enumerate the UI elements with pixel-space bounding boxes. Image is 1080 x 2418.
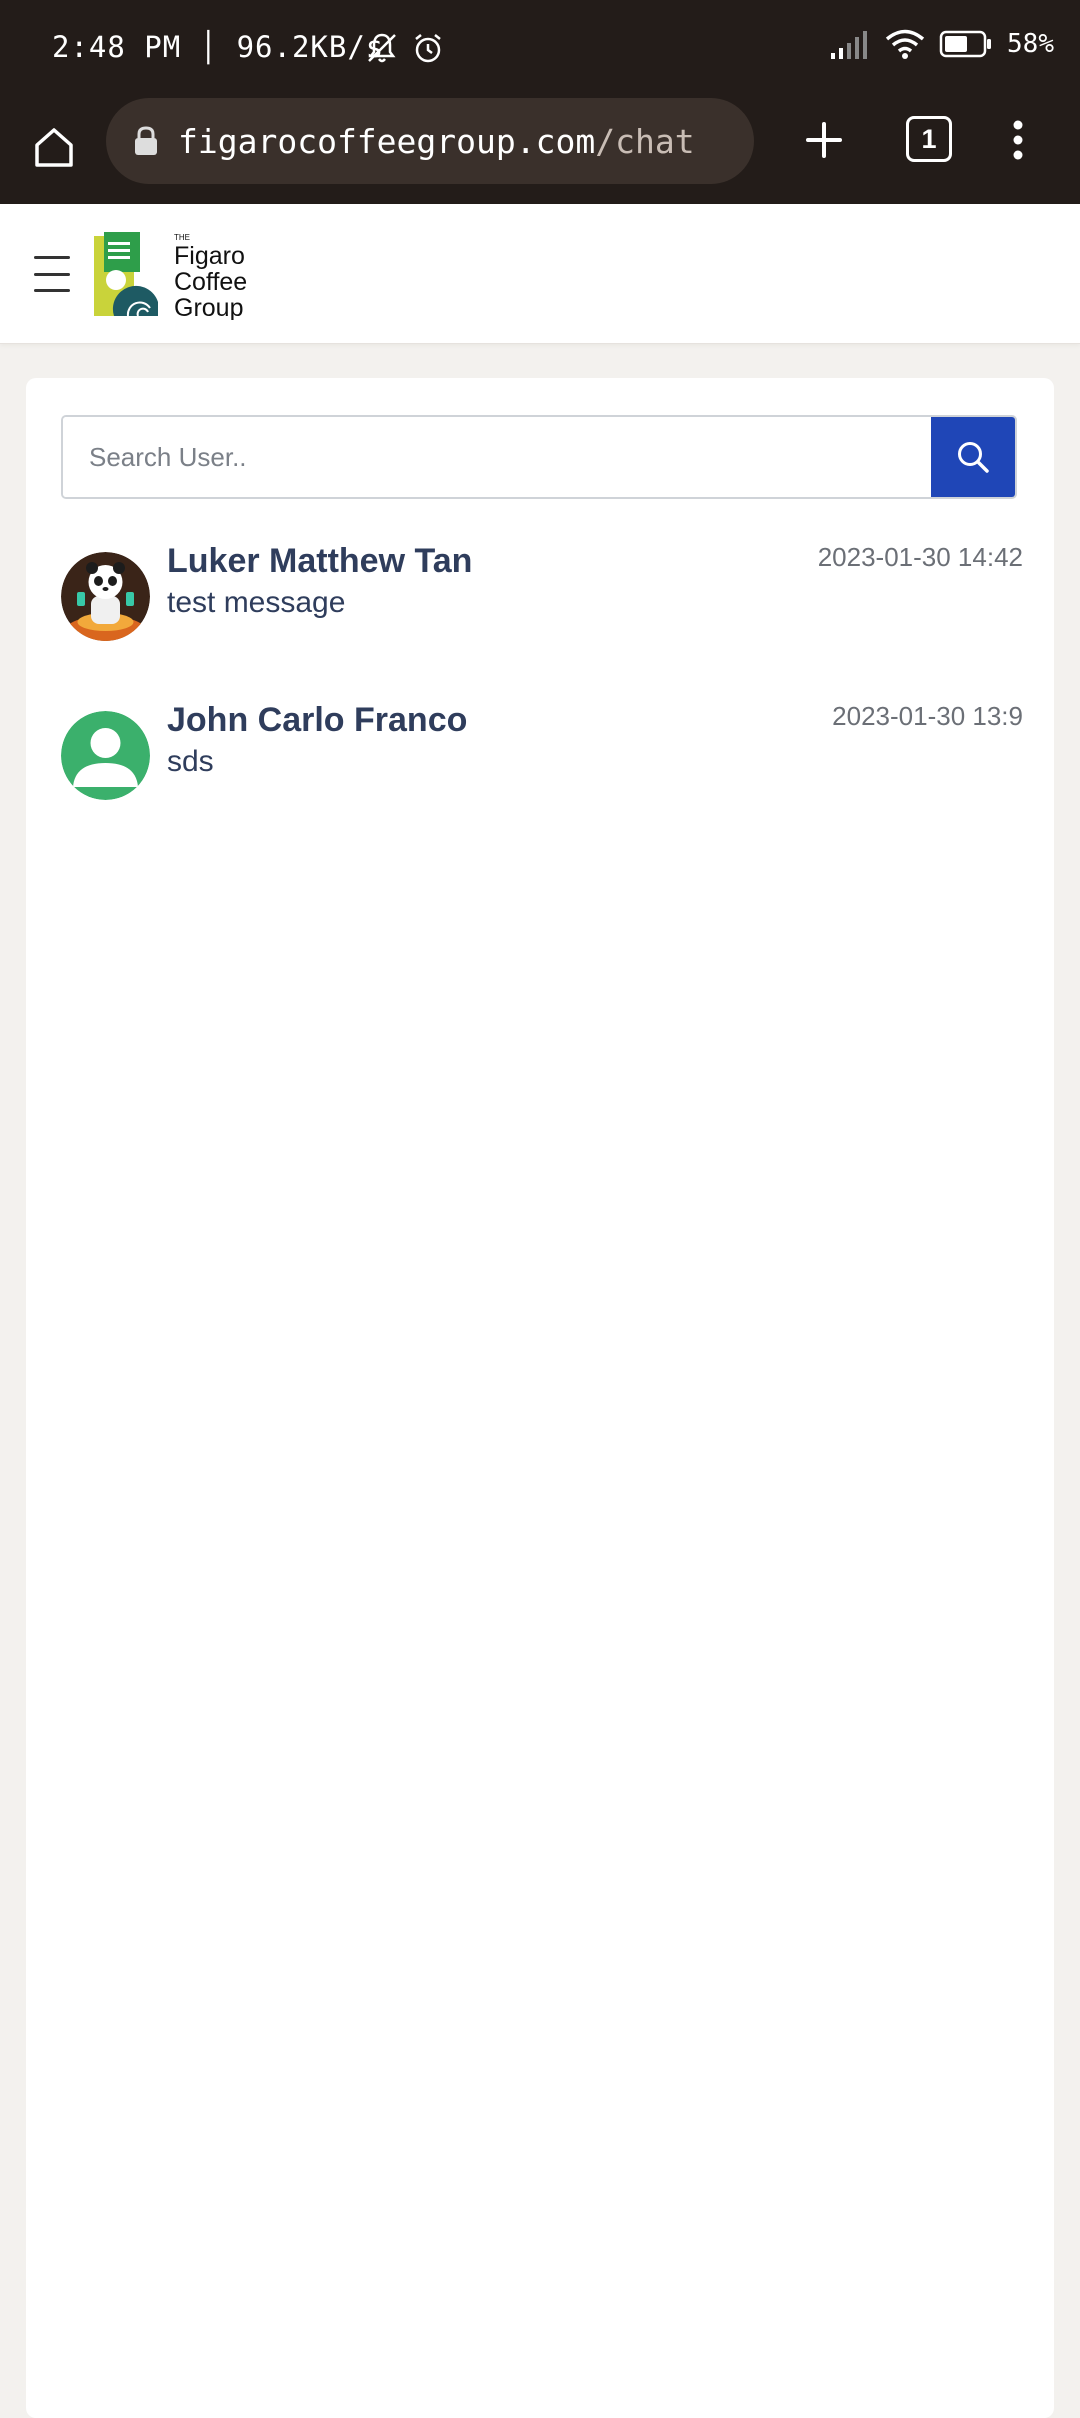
- search-icon: [958, 442, 989, 473]
- home-button[interactable]: [28, 116, 80, 178]
- chat-list-item[interactable]: John Carlo Franco sds 2023-01-30 13:9: [61, 701, 1023, 831]
- url-text[interactable]: figarocoffeegroup.com/chat: [178, 122, 695, 161]
- status-system-icons: 58%: [829, 28, 1054, 60]
- home-icon: [35, 128, 73, 167]
- chat-last-message: test message: [167, 586, 346, 619]
- search-bar: [61, 415, 1017, 499]
- svg-text:Group: Group: [174, 294, 243, 320]
- site-header: THE Figaro Coffee Group: [0, 204, 1080, 344]
- svg-text:Coffee: Coffee: [174, 268, 247, 296]
- chat-user-name: John Carlo Franco: [167, 701, 468, 739]
- svg-text:Figaro: Figaro: [174, 242, 245, 270]
- browser-menu-button[interactable]: [1000, 108, 1036, 172]
- new-tab-button[interactable]: [798, 108, 850, 172]
- default-user-icon: [61, 711, 150, 800]
- url-domain: figarocoffeegroup.com: [178, 121, 596, 161]
- svg-text:THE: THE: [174, 233, 190, 242]
- chat-user-name: Luker Matthew Tan: [167, 542, 473, 580]
- more-vertical-icon: [1013, 120, 1023, 160]
- hamburger-menu-icon[interactable]: [30, 252, 74, 296]
- chat-list-item[interactable]: Luker Matthew Tan test message 2023-01-3…: [61, 542, 1023, 672]
- url-path: /chat: [595, 121, 695, 161]
- alarm-icon: [415, 34, 441, 63]
- battery-percentage: 58%: [1007, 29, 1054, 59]
- search-user-input[interactable]: [63, 417, 931, 497]
- lock-icon[interactable]: [128, 123, 164, 159]
- mute-bell-icon: [368, 33, 396, 63]
- avatar[interactable]: [61, 552, 150, 641]
- wifi-icon: [885, 29, 925, 59]
- browser-toolbar: figarocoffeegroup.com/chat 1: [0, 98, 1080, 204]
- chat-timestamp: 2023-01-30 14:42: [817, 542, 1023, 572]
- plus-icon: [806, 122, 842, 158]
- panda-avatar-icon: [61, 552, 150, 641]
- status-bar: 2:48 PM │ 96.2KB/s 58%: [0, 0, 1080, 98]
- address-bar[interactable]: figarocoffeegroup.com/chat: [106, 98, 754, 184]
- status-notification-icons: [364, 30, 446, 70]
- status-time: 2:48 PM │ 96.2KB/s: [52, 30, 385, 64]
- chat-last-message: sds: [167, 745, 214, 778]
- figaro-coffee-group-logo[interactable]: THE Figaro Coffee Group: [94, 230, 264, 320]
- signal-icon: [831, 31, 868, 59]
- chat-list-card: Luker Matthew Tan test message 2023-01-3…: [26, 378, 1054, 2418]
- search-button[interactable]: [931, 417, 1015, 497]
- avatar[interactable]: [61, 711, 150, 800]
- chat-timestamp: 2023-01-30 13:9: [832, 701, 1023, 731]
- tab-switcher-button[interactable]: 1: [906, 116, 952, 162]
- battery-icon: [939, 30, 992, 58]
